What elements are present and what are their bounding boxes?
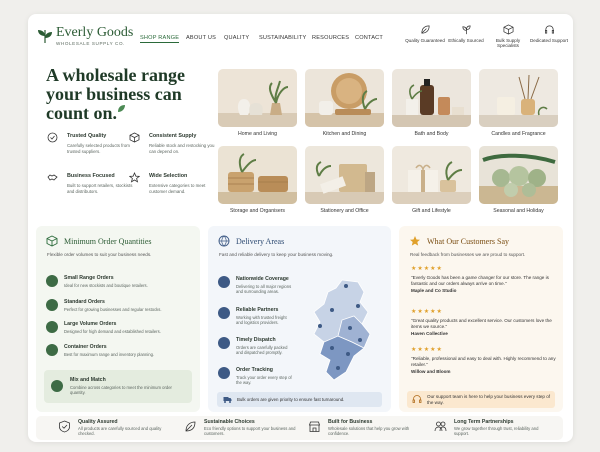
delivery-card: Delivery Areas Fast and reliable deliver… <box>208 226 391 412</box>
category-stationery-office[interactable]: Stationery and Office <box>305 146 384 216</box>
star-icon <box>410 236 420 246</box>
feature-ethical: Ethically Sourced <box>444 24 488 43</box>
leaf-logo-icon <box>38 30 52 43</box>
truck-icon <box>223 397 232 403</box>
nav-shop-range[interactable]: SHOP RANGE <box>140 35 180 43</box>
feature-label: Bulk Supply Specialists <box>495 38 521 49</box>
storefront-icon <box>308 421 321 432</box>
category-seasonal-holiday[interactable]: Seasonal and Holiday <box>479 146 558 216</box>
seedling-icon <box>461 25 471 35</box>
delivery-subtitle: Fast and reliable delivery to keep your … <box>219 252 334 257</box>
nav-quality[interactable]: QUALITY <box>224 35 249 41</box>
plates-mug-icon <box>305 69 384 127</box>
truck-icon <box>218 367 230 379</box>
reviews-title: What Our Customers Say <box>427 237 509 246</box>
map-icon <box>218 276 230 288</box>
clock-icon <box>218 337 230 349</box>
ornaments-icon <box>479 146 558 204</box>
notebook-icon <box>305 146 384 204</box>
feature-label: Dedicated Support <box>529 38 569 43</box>
delivery-priority-note: Bulk orders are given priority to ensure… <box>217 392 382 407</box>
category-home-living[interactable]: Home and Living <box>218 69 297 139</box>
review-item: ★★★★★ "Great quality products and excell… <box>411 309 557 336</box>
hero-line: count on. <box>46 104 185 123</box>
cube-icon <box>129 132 140 143</box>
review-item: ★★★★★ "Everly Goods has been a game chan… <box>411 266 557 293</box>
headset-icon <box>412 395 422 403</box>
container-icon <box>46 344 58 356</box>
brand-name[interactable]: Everly Goods <box>56 25 133 41</box>
rating-stars: ★★★★★ <box>411 347 443 353</box>
shield-check-icon <box>59 420 70 433</box>
gift-box-icon <box>392 146 471 204</box>
reviews-subtitle: Real feedback from businesses we are pro… <box>410 252 526 257</box>
category-storage-organisers[interactable]: Storage and Organisers <box>218 146 297 216</box>
soap-bottles-icon <box>392 69 471 127</box>
moq-subtitle: Flexible order volumes to suit your busi… <box>47 252 152 257</box>
site-header: Everly Goods WHOLESALE SUPPLY CO. SHOP R… <box>28 14 573 58</box>
moq-title: Minimum Order Quantities <box>64 237 152 246</box>
feature-quality: Quality Guaranteed <box>403 24 447 43</box>
mix-and-match: Mix and Match Combine across categories … <box>44 370 192 403</box>
feature-bulk: Bulk Supply Specialists <box>486 24 530 49</box>
handshake-icon <box>218 307 230 319</box>
moq-card: Minimum Order Quantities Flexible order … <box>36 226 200 412</box>
people-icon <box>434 421 447 432</box>
review-item: ★★★★★ "Reliable, professional and easy t… <box>411 347 556 374</box>
nav-contact[interactable]: CONTACT <box>355 35 383 41</box>
hero-heading: A wholesale range your business can coun… <box>46 66 185 123</box>
footer-strip: Quality Assured All products are careful… <box>36 416 563 440</box>
pallet-icon <box>46 321 58 333</box>
rating-stars: ★★★★★ <box>411 266 443 272</box>
star-icon <box>129 172 140 183</box>
candle-diffuser-icon <box>479 69 558 127</box>
leaf-icon <box>420 25 430 34</box>
delivery-title: Delivery Areas <box>236 237 285 246</box>
category-bath-body[interactable]: Bath and Body <box>392 69 471 139</box>
mix-icon <box>51 380 63 392</box>
vase-plant-icon <box>218 69 297 127</box>
delivery-region-map <box>313 279 371 381</box>
support-note: Our support team is here to help your bu… <box>407 391 555 408</box>
package-icon <box>46 235 58 247</box>
nav-resources[interactable]: RESOURCES <box>312 35 349 41</box>
nav-about-us[interactable]: ABOUT US <box>186 35 216 41</box>
hero-line: A wholesale range <box>46 65 185 85</box>
hero-line: your business can <box>46 84 182 104</box>
box-icon <box>503 24 513 35</box>
page: Everly Goods WHOLESALE SUPPLY CO. SHOP R… <box>28 14 573 442</box>
category-gift-lifestyle[interactable]: Gift and Lifestyle <box>392 146 471 216</box>
rating-stars: ★★★★★ <box>411 309 443 315</box>
box-icon <box>46 275 58 287</box>
handshake-icon <box>47 174 58 181</box>
medal-icon <box>47 132 58 143</box>
globe-icon <box>218 235 230 247</box>
nav-sustainability[interactable]: SUSTAINABILITY <box>259 35 306 41</box>
boxes-icon <box>46 299 58 311</box>
headset-icon <box>544 25 554 34</box>
reviews-card: What Our Customers Say Real feedback fro… <box>399 226 563 412</box>
feature-label: Ethically Sourced <box>448 38 484 43</box>
feature-support: Dedicated Support <box>527 24 571 43</box>
brand-tagline: WHOLESALE SUPPLY CO. <box>56 41 126 46</box>
leaf-icon <box>185 421 196 432</box>
leaf-accent-icon <box>118 105 126 112</box>
category-kitchen-dining[interactable]: Kitchen and Dining <box>305 69 384 139</box>
feature-label: Quality Guaranteed <box>405 38 445 43</box>
category-candles-fragrance[interactable]: Candles and Fragrance <box>479 69 558 139</box>
baskets-icon <box>218 146 297 204</box>
